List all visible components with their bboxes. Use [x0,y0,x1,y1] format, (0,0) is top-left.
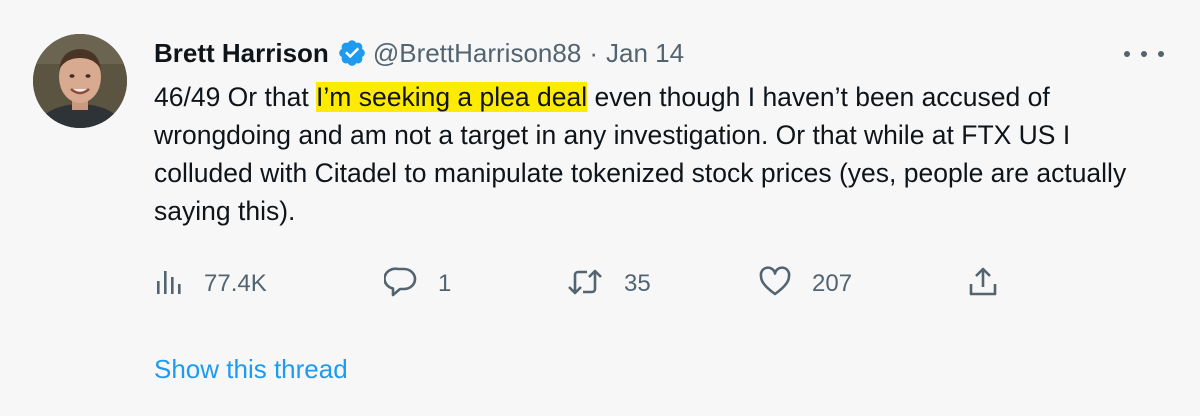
tweet-text-highlight: I’m seeking a plea deal [316,82,588,112]
tweet-actions: 77.4K 1 35 207 [154,264,1014,304]
tweet-card[interactable]: Brett Harrison @BrettHarrison88 · Jan 14… [0,0,1200,416]
heart-icon [758,265,792,303]
verified-badge-icon [337,38,367,68]
author-handle[interactable]: @BrettHarrison88 [373,38,581,69]
more-dots-icon[interactable] [1124,44,1164,64]
share-action[interactable] [966,264,1000,304]
avatar[interactable] [33,34,127,128]
speech-bubble-icon [383,265,418,304]
retweet-action[interactable]: 35 [566,264,651,304]
separator-dot: · [589,37,598,68]
like-count: 207 [812,270,853,297]
views-action[interactable]: 77.4K [154,264,267,304]
tweet-text-before: 46/49 Or that [154,82,317,112]
tweet-text: 46/49 Or that I’m seeking a plea deal ev… [154,78,1164,230]
author-name[interactable]: Brett Harrison [154,38,329,69]
show-thread-link[interactable]: Show this thread [154,354,348,385]
share-upload-icon [966,265,1000,304]
views-count: 77.4K [204,270,267,297]
bar-chart-icon [154,267,184,302]
reply-count: 1 [438,270,452,297]
tweet-header: Brett Harrison @BrettHarrison88 · Jan 14 [154,35,684,71]
tweet-date[interactable]: Jan 14 [606,38,684,69]
retweet-arrows-icon [566,266,604,303]
retweet-count: 35 [624,270,651,297]
like-action[interactable]: 207 [758,264,852,304]
reply-action[interactable]: 1 [383,264,452,304]
